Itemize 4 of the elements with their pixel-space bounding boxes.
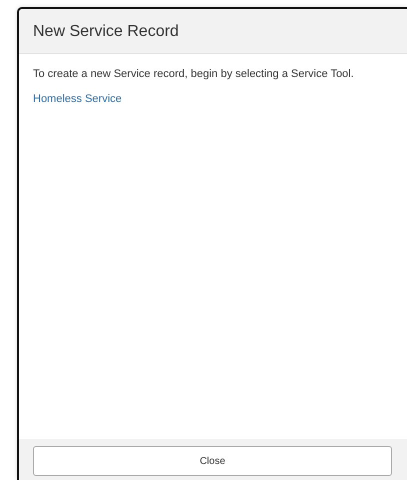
instruction-text: To create a new Service record, begin by selecting a Service Tool. [33,68,355,80]
dialog-title: New Service Record [33,23,179,41]
service-tool-link[interactable]: Homeless Service [33,93,122,105]
close-button[interactable]: Close [33,446,392,476]
